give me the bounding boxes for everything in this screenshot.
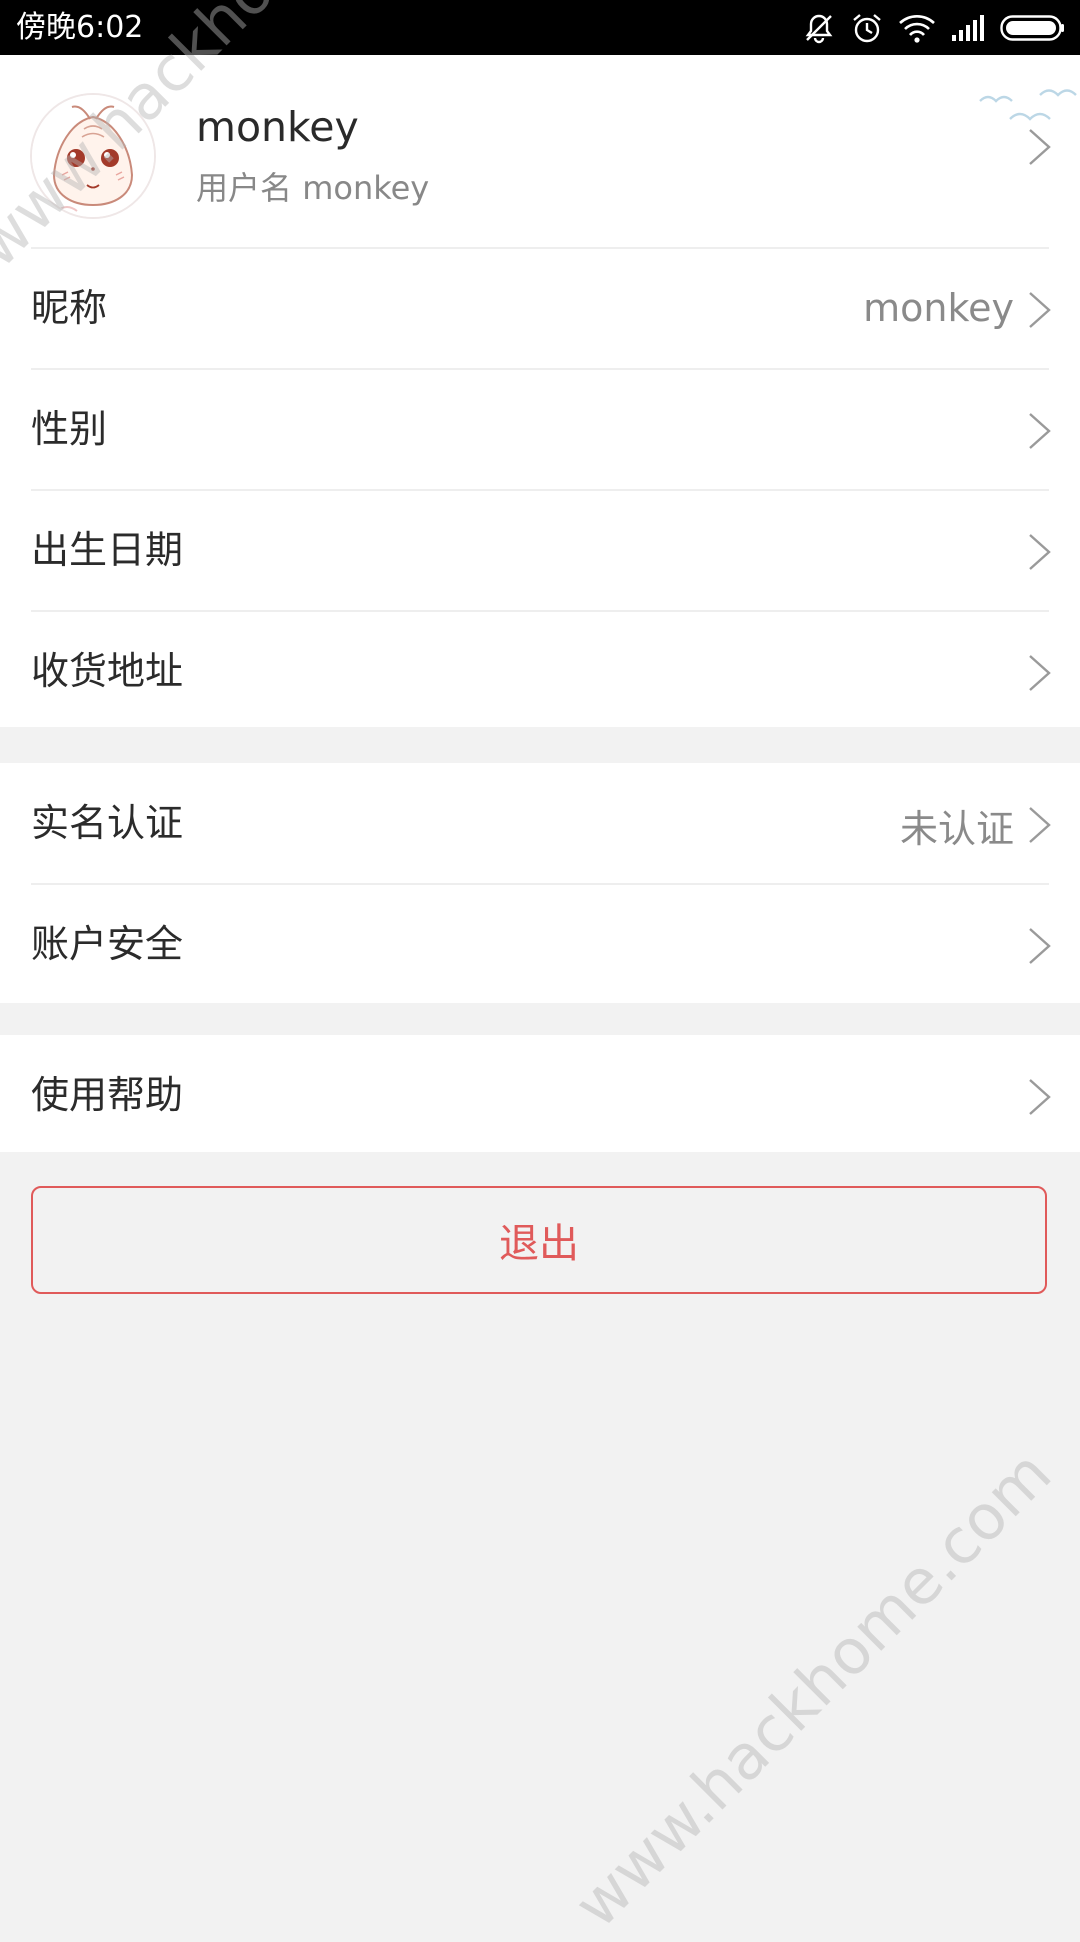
username-value: monkey (302, 169, 430, 207)
logout-button[interactable]: 退出 (31, 1186, 1047, 1294)
clouds-decoration (979, 89, 1077, 121)
row-account-security[interactable]: 账户安全 (0, 884, 1080, 1004)
row-label: 收货地址 (31, 649, 184, 693)
row-help[interactable]: 使用帮助 (0, 1035, 1080, 1155)
row-label: 使用帮助 (31, 1073, 184, 1117)
profile-username: 用户名 monkey (196, 163, 429, 209)
avatar[interactable] (30, 93, 156, 219)
profile-name: monkey (196, 103, 359, 151)
mute-icon (802, 11, 836, 45)
status-bar: 傍晚6:02 (0, 0, 1080, 55)
profile-card: monkey 用户名 monkey 昵称 monkey 性别 出生日期 收货地址 (0, 55, 1080, 727)
row-shipping-address[interactable]: 收货地址 (0, 611, 1080, 731)
alarm-icon (850, 11, 884, 45)
chevron-right-icon (1029, 129, 1051, 165)
chevron-right-icon (1029, 928, 1051, 964)
wifi-icon (898, 12, 936, 44)
verification-status: 未认证 (899, 807, 1014, 851)
chevron-right-icon (1029, 655, 1051, 691)
signal-icon (950, 13, 986, 43)
watermark: www.hackhome.com (560, 1436, 1066, 1942)
row-nickname[interactable]: 昵称 monkey (0, 248, 1080, 368)
row-real-name-verification[interactable]: 实名认证 未认证 (0, 763, 1080, 883)
row-label: 昵称 (31, 286, 108, 330)
row-label: 实名认证 (31, 801, 184, 845)
username-label: 用户名 (196, 169, 293, 207)
chevron-right-icon (1029, 292, 1051, 328)
status-icons (802, 8, 1066, 48)
row-gender[interactable]: 性别 (0, 369, 1080, 489)
row-label: 账户安全 (31, 922, 184, 966)
row-birthday[interactable]: 出生日期 (0, 490, 1080, 610)
row-value: monkey (863, 286, 1014, 330)
row-label: 性别 (31, 407, 108, 451)
chevron-right-icon (1029, 413, 1051, 449)
profile-header-row[interactable]: monkey 用户名 monkey (0, 55, 1080, 248)
security-card: 实名认证 未认证 账户安全 (0, 763, 1080, 1003)
chevron-right-icon (1029, 534, 1051, 570)
chevron-right-icon (1029, 1079, 1051, 1115)
row-label: 出生日期 (31, 528, 184, 572)
chevron-right-icon (1029, 807, 1051, 843)
help-card: 使用帮助 (0, 1035, 1080, 1152)
battery-icon (1000, 14, 1066, 42)
status-time: 傍晚6:02 (16, 10, 144, 45)
